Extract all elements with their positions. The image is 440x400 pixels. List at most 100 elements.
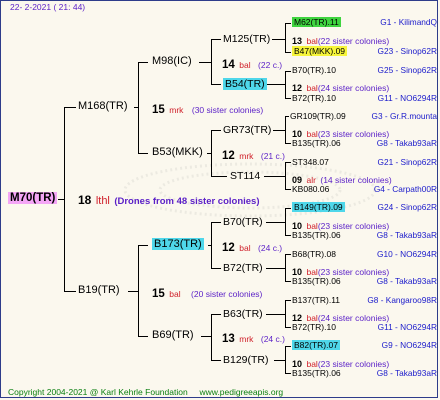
root-drone-info: 18 lthl (Drones from 48 sister colonies) [78, 192, 260, 208]
tree-line [266, 84, 285, 85]
gen2-queen[interactable]: B69(TR) [152, 330, 194, 341]
gen2-queen[interactable]: B53(MKK) [152, 147, 203, 158]
tree-line [58, 199, 64, 200]
tree-line [266, 268, 285, 269]
gen4-queen[interactable]: B149(TR).09 [292, 202, 345, 212]
tree-line [128, 291, 138, 292]
tree-line [285, 208, 291, 209]
gen4-queen[interactable]: GR109(TR).09 [290, 112, 346, 121]
origin-label: G11 - NO6294R [377, 322, 437, 332]
gen4-queen[interactable]: B70(TR).10 [292, 66, 336, 75]
origin-label: G8 - Takab93aR [376, 138, 437, 148]
drone-count: 15 [152, 104, 165, 116]
origin-label: G1 - KilimandQ [380, 17, 437, 27]
origin-label: G21 - Sinop62R [377, 157, 438, 167]
drone-note: (24 sister colonies) [317, 83, 390, 93]
gen3-queen-name: B54(TR) [223, 78, 267, 90]
gen2-queen[interactable]: B173(TR) [152, 238, 204, 250]
tree-line [211, 360, 221, 361]
tree-line [211, 314, 212, 361]
tree-line [201, 336, 211, 337]
gen3-queen[interactable]: B72(TR) [223, 263, 263, 274]
drone-count: 12 [292, 83, 303, 93]
gen4-queen[interactable]: B68(TR).08 [292, 250, 336, 259]
drone-count: 12 [222, 242, 235, 254]
tree-line [285, 23, 286, 52]
drone-note: (24 c.) [260, 334, 285, 344]
drone-race: bal [239, 243, 251, 253]
gen2-queen[interactable]: M98(IC) [152, 56, 192, 67]
tree-line [64, 291, 76, 292]
tree-line [138, 62, 148, 63]
tree-line [211, 222, 212, 269]
gen1-queen[interactable]: B19(TR) [78, 285, 120, 296]
gen3-queen[interactable]: B54(TR) [223, 78, 267, 90]
tree-line [211, 39, 221, 40]
drone-count: 13 [222, 333, 235, 345]
tree-line [285, 189, 291, 190]
gen4-queen[interactable]: B135(TR).06 [292, 277, 341, 286]
tree-line [207, 153, 211, 154]
gen4-queen[interactable]: B47(MKK).09 [292, 46, 348, 56]
drone-race: bal [306, 83, 318, 93]
gen2-drone-info: 13 mrk (24 c.) [222, 330, 285, 346]
drone-count: 14 [222, 59, 235, 71]
tree-line [285, 235, 291, 236]
gen3-queen[interactable]: B129(TR) [223, 355, 269, 366]
tree-line [211, 130, 221, 131]
gen4-queen-name: B47(MKK).09 [292, 46, 348, 56]
tree-line [285, 52, 291, 53]
tree-line [285, 116, 289, 117]
root-drone-count: 18 [78, 193, 92, 207]
gen3-queen[interactable]: GR73(TR) [223, 125, 271, 136]
gen3-queen[interactable]: B70(TR) [223, 217, 263, 228]
copyright-text: Copyright 2004-2021 @ Karl Kehrle Founda… [8, 387, 188, 397]
site-link[interactable]: www.pedigreeapis.org [200, 387, 284, 397]
tree-line [211, 84, 221, 85]
tree-line [285, 71, 286, 99]
tree-line [285, 327, 291, 328]
tree-line [134, 107, 138, 108]
gen4-queen[interactable]: B137(TR).11 [292, 296, 340, 305]
gen2-queen-name: B173(TR) [152, 238, 204, 250]
tree-line [211, 222, 221, 223]
gen4-queen[interactable]: B135(TR).06 [292, 231, 341, 240]
gen4-queen[interactable]: KB080.06 [292, 185, 329, 194]
gen3-queen[interactable]: B63(TR) [223, 309, 263, 320]
gen4-queen[interactable]: B135(TR).06 [292, 139, 341, 148]
gen4-queen[interactable]: B72(TR).10 [292, 323, 336, 332]
tree-line [266, 222, 285, 223]
gen3-queen[interactable]: M125(TR) [223, 34, 270, 45]
gen4-queen[interactable]: B72(TR).10 [292, 94, 336, 103]
tree-line [285, 300, 291, 301]
tree-line [272, 39, 285, 40]
drone-race: mrk [239, 151, 254, 161]
gen4-queen[interactable]: ST348.07 [292, 158, 329, 167]
drone-note: (22 c.) [258, 60, 283, 70]
gen4-queen[interactable]: B135(TR).06 [292, 369, 341, 378]
gen4-queen[interactable]: M62(TR).11 [292, 17, 341, 27]
root-queen[interactable]: M70(TR) [8, 192, 58, 205]
drone-race: bal [306, 36, 318, 46]
tree-line [211, 176, 227, 177]
gen4-queen-name: M62(TR).11 [292, 17, 341, 27]
drone-race: mrk [239, 334, 254, 344]
drone-race: bal [239, 60, 251, 70]
root-drone-note: (Drones from 48 sister colonies) [114, 196, 260, 207]
origin-label: G8 - Takab93aR [376, 276, 437, 286]
tree-line [264, 176, 285, 177]
tree-line [285, 208, 286, 236]
gen2-drone-info: 14 bal (22 c.) [222, 56, 282, 72]
tree-line [285, 346, 291, 347]
gen1-queen[interactable]: M168(TR) [78, 101, 128, 112]
gen2-drone-info: 12 mrk (21 c.) [222, 147, 285, 163]
gen1-drone-info: 15 bal (20 sister colonies) [152, 285, 262, 301]
drone-count: 12 [222, 150, 235, 162]
tree-line [285, 23, 291, 24]
root-drone-race: lthl [95, 195, 110, 207]
gen3-queen[interactable]: ST114 [230, 171, 260, 182]
drone-note: (24 c.) [258, 243, 283, 253]
tree-line [285, 98, 291, 99]
tree-line [285, 162, 286, 190]
gen4-queen[interactable]: B82(TR).07 [292, 340, 340, 350]
